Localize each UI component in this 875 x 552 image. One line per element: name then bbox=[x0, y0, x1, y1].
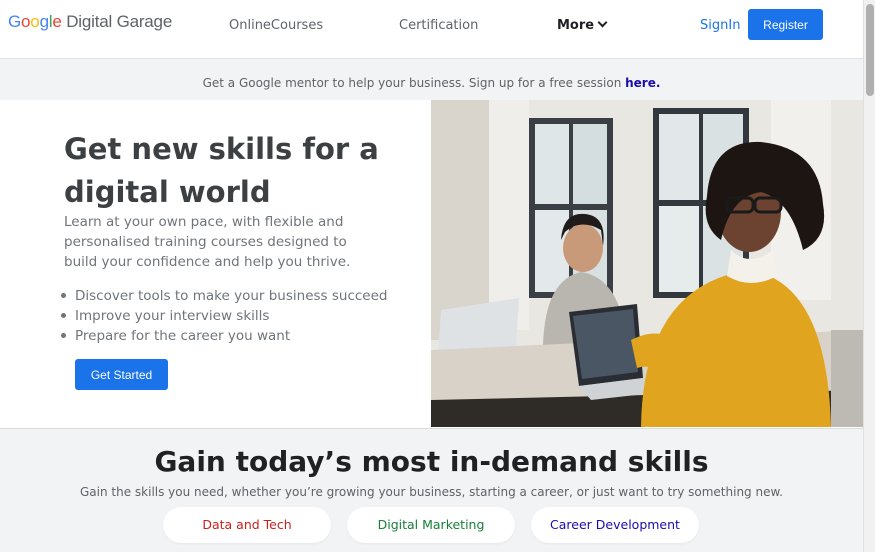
nav-more-label: More bbox=[557, 18, 595, 33]
hero-photo-illustration bbox=[431, 100, 863, 427]
vertical-scrollbar[interactable] bbox=[863, 0, 875, 552]
hero-bullet: Improve your interview skills bbox=[60, 306, 387, 326]
hero-title: Get new skills for a digital world bbox=[64, 132, 379, 209]
get-started-button[interactable]: Get Started bbox=[75, 359, 168, 390]
category-pill-data-and-tech[interactable]: Data and Tech bbox=[163, 507, 331, 543]
skills-title: Gain today’s most in-demand skills bbox=[154, 445, 709, 478]
register-button[interactable]: Register bbox=[748, 9, 823, 40]
site-header: Google Digital Garage OnlineCourses Cert… bbox=[0, 0, 863, 58]
mentor-banner: Get a Google mentor to help your busines… bbox=[0, 58, 863, 100]
logo-letter: o bbox=[21, 12, 31, 31]
nav-certification[interactable]: Certification bbox=[399, 18, 478, 33]
logo-letter: o bbox=[30, 12, 40, 31]
logo-letter: e bbox=[52, 12, 62, 31]
banner-here-link[interactable]: here. bbox=[625, 76, 660, 90]
hero-bullet: Prepare for the career you want bbox=[60, 326, 387, 346]
hero-bullet: Discover tools to make your business suc… bbox=[60, 288, 388, 304]
chevron-down-icon bbox=[597, 17, 608, 28]
skills-section: Gain today’s most in-demand skills Gain … bbox=[0, 428, 863, 552]
category-pill-digital-marketing[interactable]: Digital Marketing bbox=[347, 507, 515, 543]
category-pill-career-development[interactable]: Career Development bbox=[531, 507, 699, 543]
logo-product-name: Digital Garage bbox=[66, 12, 173, 31]
google-digital-garage-logo[interactable]: Google Digital Garage bbox=[8, 12, 172, 32]
banner-text: Get a Google mentor to help your busines… bbox=[202, 76, 626, 90]
signin-link[interactable]: SignIn bbox=[700, 18, 740, 33]
skills-subtitle: Gain the skills you need, whether you’re… bbox=[80, 485, 783, 499]
hero-description: Learn at your own pace, with flexible an… bbox=[64, 214, 351, 270]
logo-letter: g bbox=[39, 12, 49, 31]
hero-photo bbox=[431, 100, 863, 427]
logo-letter: G bbox=[8, 12, 22, 31]
hero-bullet-list: Discover tools to make your business suc… bbox=[60, 286, 388, 346]
page: Google Digital Garage OnlineCourses Cert… bbox=[0, 0, 875, 552]
scrollbar-thumb[interactable] bbox=[866, 4, 874, 96]
nav-online-courses[interactable]: OnlineCourses bbox=[229, 18, 323, 33]
nav-more-menu[interactable]: More bbox=[557, 17, 608, 33]
